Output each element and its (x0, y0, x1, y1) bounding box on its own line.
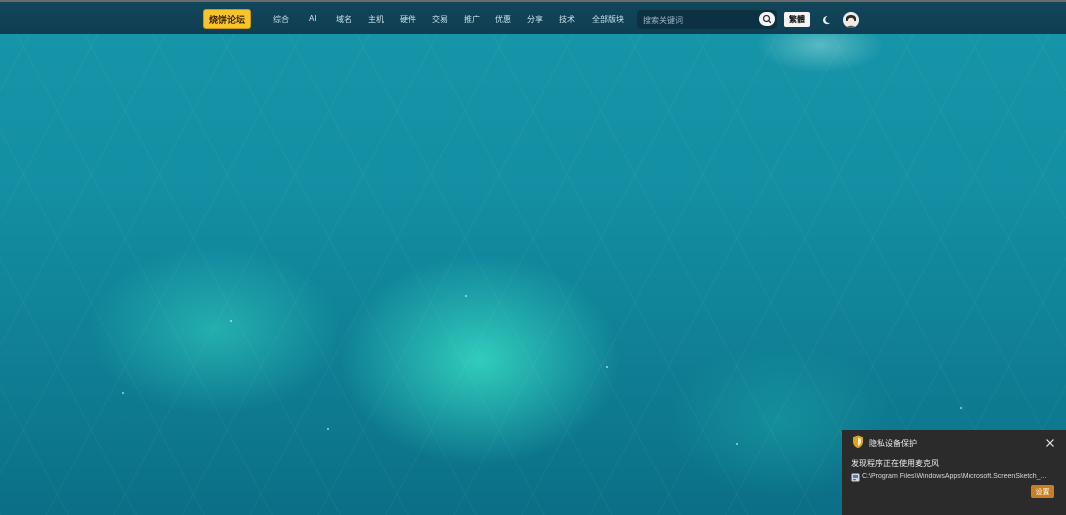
nav-item-trade[interactable]: 交易 (432, 14, 448, 25)
avatar[interactable] (843, 12, 859, 28)
nav-item-host[interactable]: 主机 (368, 14, 384, 25)
search-box (637, 10, 777, 29)
site-logo[interactable]: 烧饼论坛 (203, 9, 251, 29)
avatar-icon (843, 12, 859, 28)
search-icon (762, 14, 772, 24)
nav-item-all-boards[interactable]: 全部版块 (592, 14, 624, 25)
nav-item-deals[interactable]: 优惠 (495, 14, 511, 25)
background-particle (606, 366, 608, 368)
background-particle (122, 392, 124, 394)
background-particle (960, 407, 962, 409)
background-particle (736, 443, 738, 445)
app-icon (851, 473, 860, 482)
search-input[interactable] (641, 12, 755, 29)
traditional-chinese-button[interactable]: 繁體 (784, 12, 810, 27)
notification-title: 隐私设备保护 (869, 439, 917, 448)
notification-app-path: C:\Program Files\WindowsApps\Microsoft.S… (862, 473, 1047, 480)
top-navigation-bar: 烧饼论坛 综合 AI 域名 主机 硬件 交易 推广 优惠 分享 技术 全部版块 … (0, 0, 1066, 34)
nav-item-share[interactable]: 分享 (527, 14, 543, 25)
moon-icon (823, 16, 831, 25)
nav-item-ai[interactable]: AI (309, 14, 317, 23)
settings-button[interactable]: 设置 (1031, 485, 1054, 498)
nav-item-tech[interactable]: 技术 (559, 14, 575, 25)
close-button[interactable] (1044, 436, 1056, 448)
background-particle (465, 295, 467, 297)
nav-item-zonghe[interactable]: 综合 (273, 14, 289, 25)
nav-item-promotion[interactable]: 推广 (464, 14, 480, 25)
close-icon (1046, 439, 1054, 447)
shield-icon (853, 435, 863, 449)
background-particle (230, 320, 232, 322)
search-button[interactable] (759, 12, 775, 26)
privacy-notification: 隐私设备保护 发现程序正在使用麦克风 C:\Program Files\Wind… (842, 430, 1066, 515)
theme-toggle-button[interactable] (818, 12, 834, 28)
notification-message: 发现程序正在使用麦克风 (851, 459, 939, 468)
page-background: 烧饼论坛 综合 AI 域名 主机 硬件 交易 推广 优惠 分享 技术 全部版块 … (0, 0, 1066, 515)
background-particle (327, 428, 329, 430)
nav-item-domain[interactable]: 域名 (336, 14, 352, 25)
nav-item-hardware[interactable]: 硬件 (400, 14, 416, 25)
